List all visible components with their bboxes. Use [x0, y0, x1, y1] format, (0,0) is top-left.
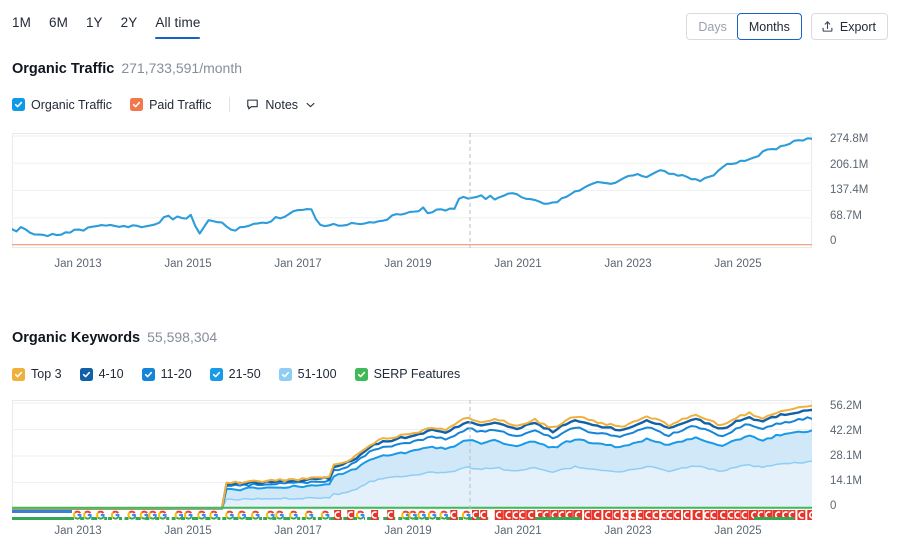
- granularity-months-button[interactable]: Months: [736, 13, 802, 40]
- checkbox-checked-icon[interactable]: [141, 367, 155, 381]
- x-tick-label: Jan 2017: [274, 258, 322, 270]
- x-tick-label: Jan 2023: [604, 525, 652, 537]
- range-tab-all-time[interactable]: All time: [155, 15, 201, 39]
- granularity-days-button[interactable]: Days: [686, 13, 738, 40]
- granularity-toggle: Days Months: [686, 13, 802, 40]
- range-tab-1m[interactable]: 1M: [12, 15, 31, 39]
- organic-traffic-chart[interactable]: [12, 133, 812, 248]
- legend-label: 21-50: [228, 367, 261, 381]
- x-tick-label: Jan 2017: [274, 525, 322, 537]
- organic-keywords-title: Organic Keywords 55,598,304: [12, 329, 217, 346]
- y-tick-label: 0: [830, 235, 837, 247]
- toolbar-right-controls: Days Months Export: [686, 13, 888, 40]
- x-tick-label: Jan 2015: [164, 525, 212, 537]
- legend-label: 11-20: [160, 367, 192, 381]
- checkbox-checked-icon[interactable]: [278, 367, 292, 381]
- export-label: Export: [839, 19, 876, 34]
- organic-keywords-label: Organic Keywords: [12, 330, 141, 346]
- legend-divider: [229, 97, 231, 112]
- y-tick-label: 274.8M: [830, 133, 869, 145]
- notes-label: Notes: [265, 97, 299, 112]
- x-tick-label: Jan 2013: [54, 525, 102, 537]
- organic-traffic-label: Organic Traffic: [12, 61, 115, 77]
- x-tick-label: Jan 2013: [54, 258, 102, 270]
- checkbox-checked-icon[interactable]: [354, 367, 368, 381]
- organic-keywords-chart[interactable]: [12, 400, 812, 512]
- google-update-markers[interactable]: [12, 508, 817, 522]
- checkbox-checked-icon[interactable]: [79, 367, 93, 381]
- y-tick-label: 68.7M: [830, 209, 862, 222]
- x-tick-label: Jan 2021: [494, 258, 542, 270]
- legend-label: 4-10: [98, 367, 124, 381]
- export-icon: [821, 20, 834, 33]
- traffic-legend-paid-traffic[interactable]: Paid Traffic: [130, 98, 211, 112]
- x-tick-label: Jan 2019: [384, 525, 432, 537]
- organic-keywords-value: 55,598,304: [147, 329, 218, 345]
- organic-keywords-legend: Top 3 4-10 11-20 21-50 51-100 SERP Features: [12, 367, 478, 381]
- organic-traffic-plot: [12, 133, 812, 248]
- keywords-legend-51-100[interactable]: 51-100: [278, 367, 337, 381]
- checkbox-checked-icon[interactable]: [130, 98, 144, 111]
- checkbox-checked-icon[interactable]: [12, 98, 25, 111]
- y-tick-label: 28.1M: [830, 450, 862, 462]
- legend-label: Top 3: [31, 367, 62, 381]
- keywords-legend-11-20[interactable]: 11-20: [141, 367, 192, 381]
- x-tick-label: Jan 2021: [494, 525, 542, 537]
- note-icon: [246, 98, 259, 111]
- range-tab-1y[interactable]: 1Y: [86, 15, 103, 39]
- chevron-down-icon: [304, 102, 315, 108]
- y-tick-label: 137.4M: [830, 184, 869, 196]
- organic-keywords-x-axis: Jan 2013 Jan 2015 Jan 2017 Jan 2019 Jan 2021…: [12, 525, 812, 539]
- organic-keywords-y-axis: 56.2M 42.2M 28.1M 14.1M 0: [830, 400, 896, 512]
- traffic-legend-organic-traffic[interactable]: Organic Traffic: [12, 98, 112, 112]
- organic-traffic-title: Organic Traffic 271,733,591/month: [12, 60, 242, 77]
- y-tick-label: 56.2M: [830, 400, 862, 412]
- x-tick-label: Jan 2019: [384, 258, 432, 270]
- y-tick-label: 206.1M: [830, 158, 869, 171]
- legend-label: 51-100: [297, 367, 337, 381]
- legend-label: Paid Traffic: [149, 97, 212, 112]
- keywords-legend-top-3[interactable]: Top 3: [12, 367, 62, 381]
- y-tick-label: 0: [830, 500, 837, 512]
- algorithm-update-marker-strip: [12, 510, 817, 520]
- organic-research-overview: 1M 6M 1Y 2Y All time Days Months Export Organ…: [0, 0, 898, 553]
- keywords-legend-serp-features[interactable]: SERP Features: [354, 367, 461, 381]
- organic-traffic-legend: Organic Traffic Paid Traffic Notes: [12, 97, 315, 112]
- x-tick-label: Jan 2015: [164, 258, 212, 270]
- organic-traffic-value: 271,733,591/month: [121, 60, 242, 76]
- organic-traffic-y-axis: 274.8M 206.1M 137.4M 68.7M 0: [830, 133, 896, 248]
- legend-label: Organic Traffic: [31, 97, 113, 112]
- keywords-legend-4-10[interactable]: 4-10: [79, 367, 124, 381]
- organic-traffic-x-axis: Jan 2013 Jan 2015 Jan 2017 Jan 2019 Jan 2021…: [12, 258, 812, 272]
- notes-dropdown[interactable]: Notes: [246, 98, 315, 112]
- y-tick-label: 42.2M: [830, 425, 862, 437]
- y-tick-label: 14.1M: [830, 475, 862, 487]
- toolbar: 1M 6M 1Y 2Y All time Days Months Export: [0, 0, 898, 45]
- legend-label: SERP Features: [373, 367, 461, 381]
- x-tick-label: Jan 2023: [604, 258, 652, 270]
- x-tick-label: Jan 2025: [714, 258, 762, 270]
- keywords-legend-21-50[interactable]: 21-50: [209, 367, 261, 381]
- organic-keywords-plot: [12, 400, 812, 512]
- export-button[interactable]: Export: [810, 13, 888, 40]
- checkbox-checked-icon[interactable]: [12, 367, 25, 381]
- checkbox-checked-icon[interactable]: [209, 367, 223, 381]
- range-tab-6m[interactable]: 6M: [49, 15, 68, 39]
- range-tab-2y[interactable]: 2Y: [121, 15, 138, 39]
- x-tick-label: Jan 2025: [714, 525, 762, 537]
- date-range-tabs: 1M 6M 1Y 2Y All time: [12, 15, 201, 39]
